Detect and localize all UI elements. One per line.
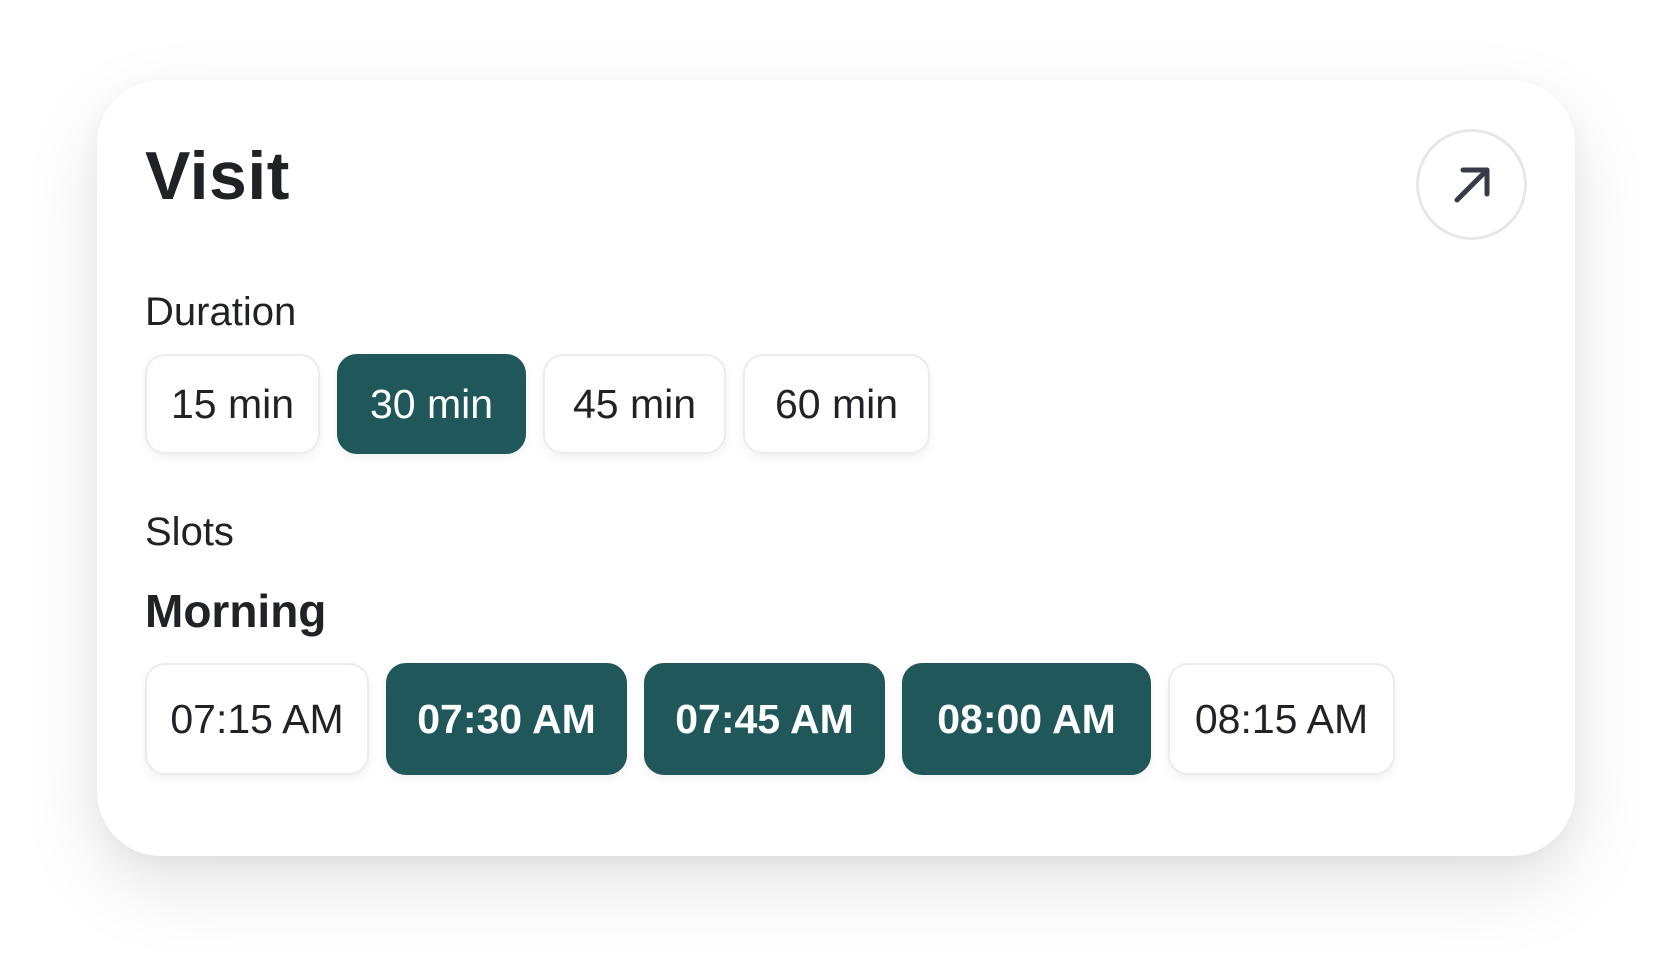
duration-option-45[interactable]: 45 min (543, 354, 726, 454)
card-title: Visit (145, 138, 290, 214)
duration-option-15[interactable]: 15 min (145, 354, 320, 454)
slot-option-0745[interactable]: 07:45 AM (644, 663, 885, 775)
duration-option-30[interactable]: 30 min (337, 354, 526, 454)
arrow-up-right-icon (1454, 167, 1489, 202)
morning-slot-options: 07:15 AM 07:30 AM 07:45 AM 08:00 AM 08:1… (145, 663, 1395, 775)
slots-label: Slots (145, 510, 234, 554)
duration-options: 15 min 30 min 45 min 60 min (145, 354, 930, 454)
slot-option-0730[interactable]: 07:30 AM (386, 663, 627, 775)
duration-option-60[interactable]: 60 min (743, 354, 930, 454)
open-visit-button[interactable] (1416, 129, 1527, 240)
slot-option-0715[interactable]: 07:15 AM (145, 663, 369, 775)
duration-label: Duration (145, 290, 297, 334)
slot-option-0815[interactable]: 08:15 AM (1168, 663, 1395, 775)
slot-group-title-morning: Morning (145, 585, 327, 637)
visit-card: Visit Duration 15 min 30 min 45 min 60 m… (97, 80, 1575, 856)
slot-option-0800[interactable]: 08:00 AM (902, 663, 1151, 775)
